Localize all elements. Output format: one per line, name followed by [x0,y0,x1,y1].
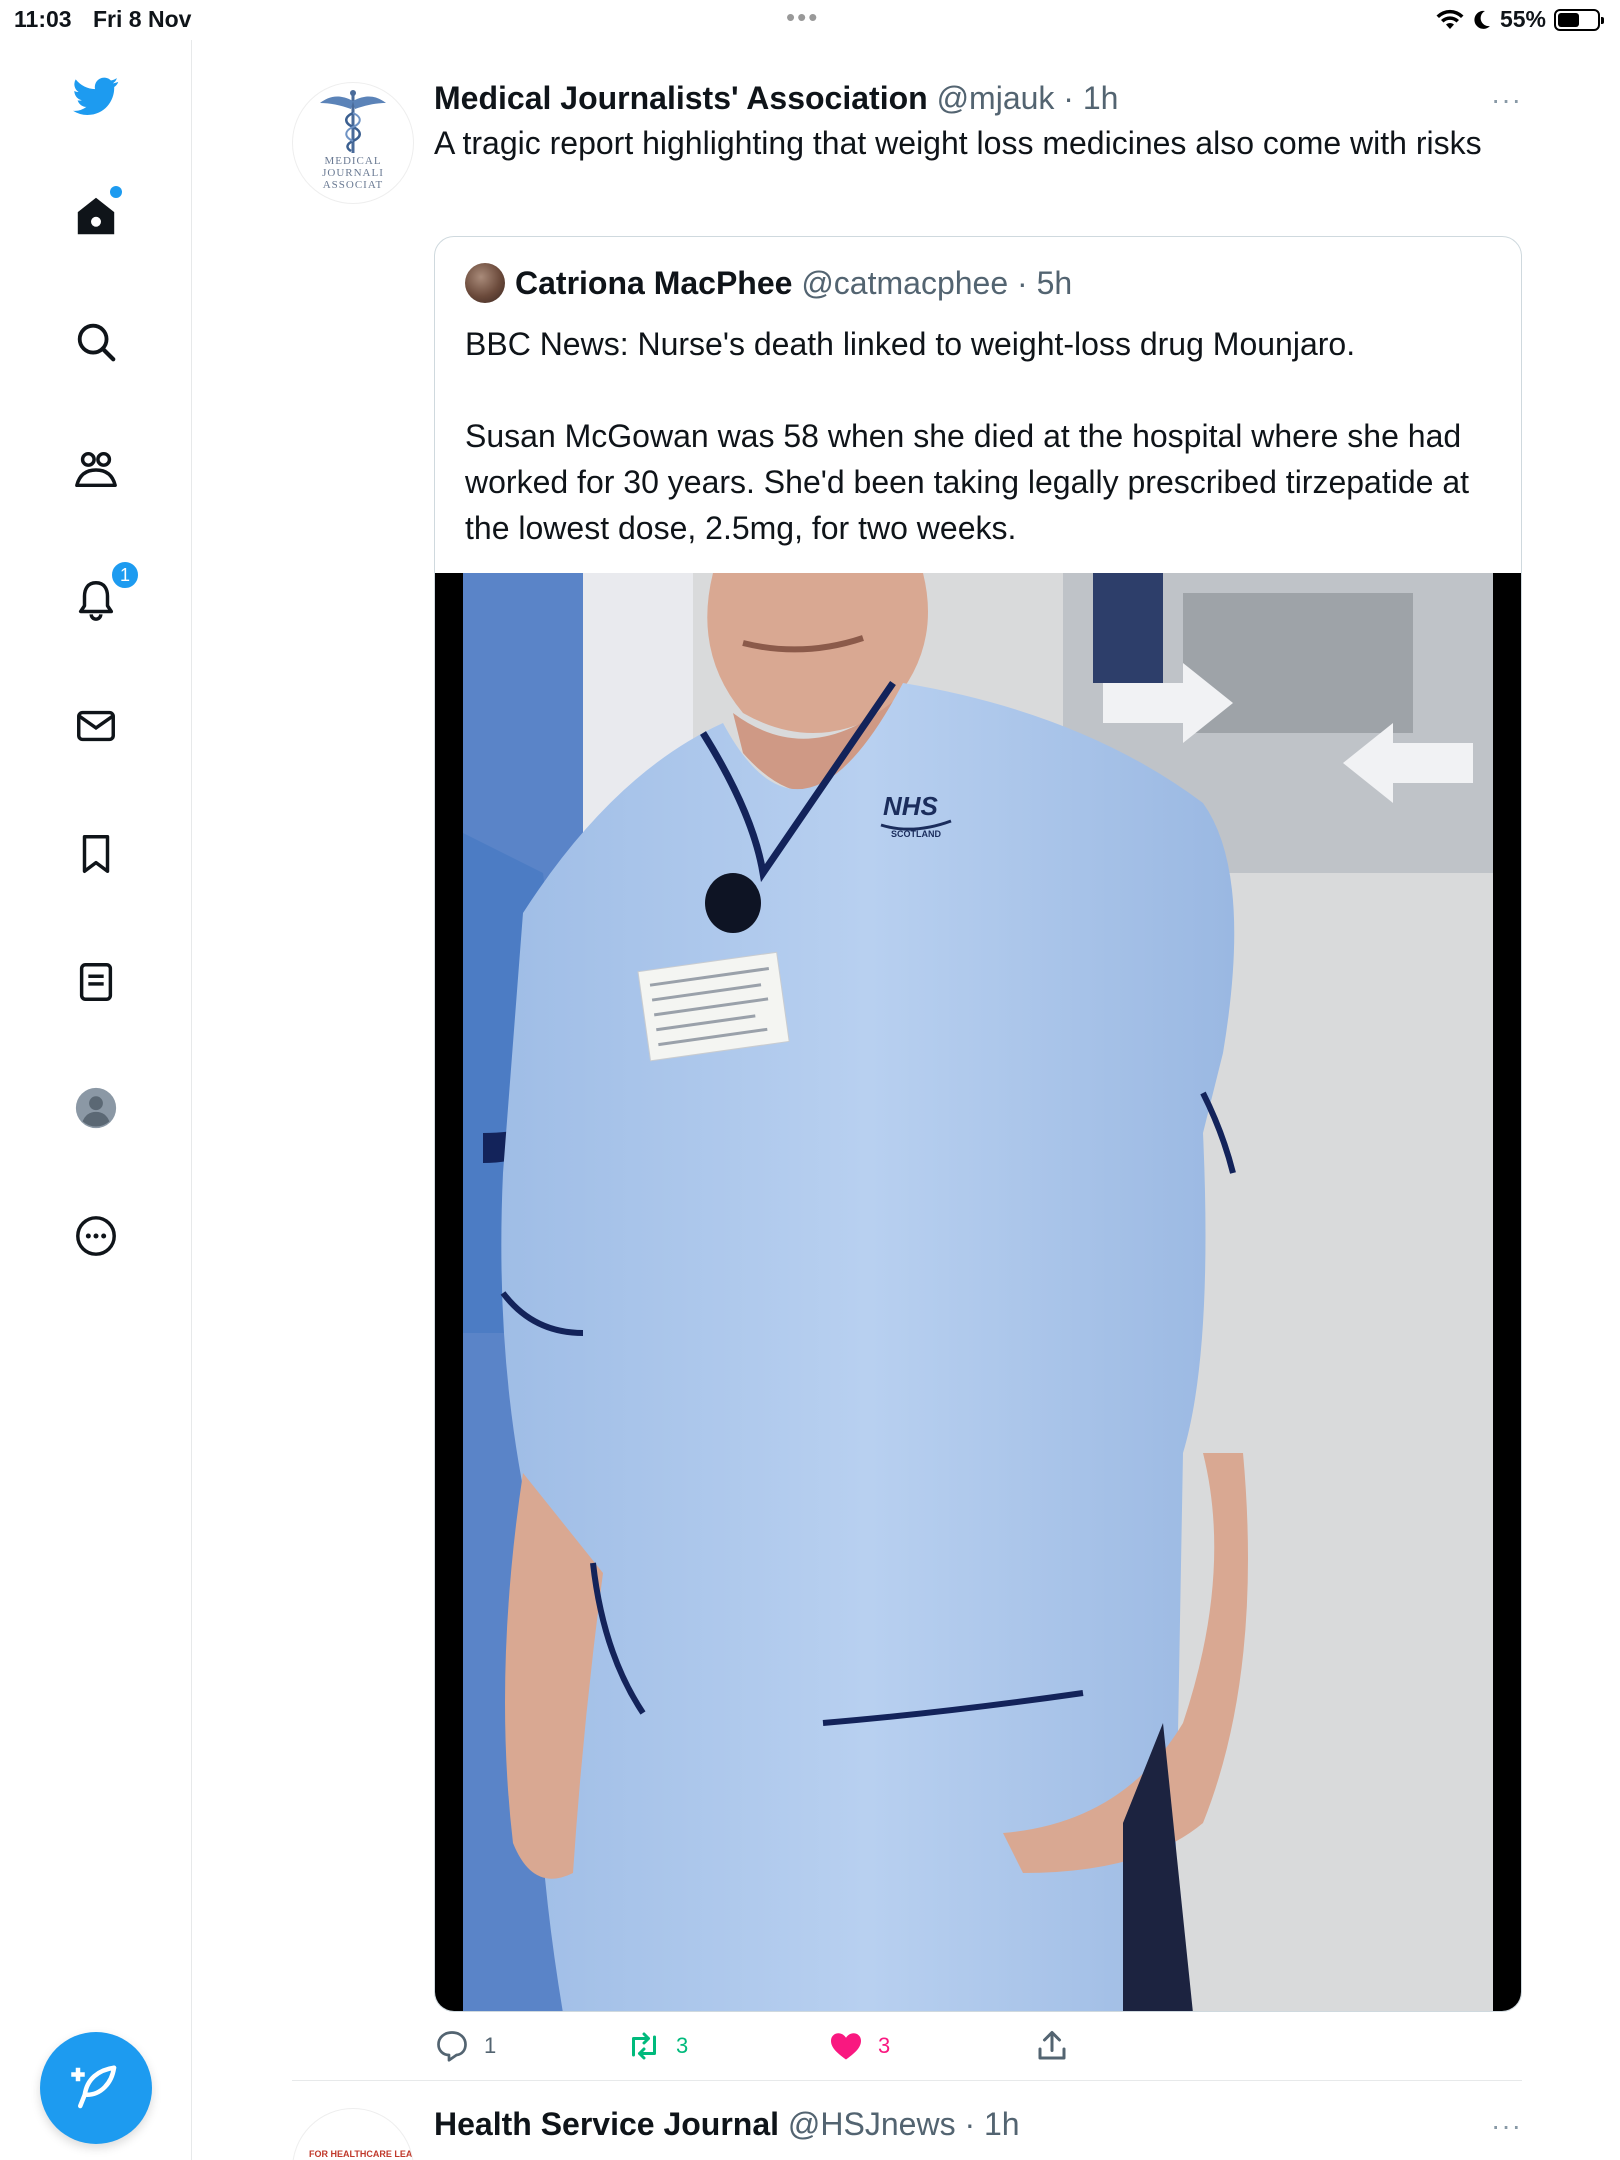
moon-icon [1474,10,1490,29]
nav-communities[interactable] [66,440,126,500]
home-unread-dot [110,186,122,198]
nav-notifications[interactable]: 1 [66,560,140,630]
avatar-logo-text: MEDICAL JOURNALI ASSOCIAT [322,155,384,191]
battery-percent: 55% [1499,6,1546,32]
status-time: 11:03 [14,6,72,32]
envelope-icon [77,710,115,742]
tweet-body: Health Service Journal @HSJnews · 1h ··· [434,2104,1522,2144]
share-icon [1038,2031,1066,2060]
author-avatar[interactable]: MEDICAL JOURNALI ASSOCIAT [292,82,414,204]
like-count: 3 [878,2033,891,2058]
retweet-icon [632,2032,656,2060]
nav-home[interactable] [66,186,126,246]
home-icon [77,197,115,235]
retweet-button[interactable]: 3 [626,2028,688,2064]
quote-media[interactable]: NHS SCOTLAND [435,573,1521,2011]
tweet-header: Medical Journalists' Association @mjauk … [434,78,1522,118]
heart-icon [831,2033,861,2060]
hsj-avatar-text: FOR HEALTHCARE LEADERS [309,2149,413,2159]
author-handle-time[interactable]: @mjauk · 1h [937,80,1119,116]
twitter-logo-icon[interactable] [66,66,126,126]
status-date: Fri 8 Nov [93,6,192,32]
nav-lists[interactable] [66,952,126,1012]
tweet-hsjnews[interactable]: FOR HEALTHCARE LEADERS Health Service Jo… [292,2100,1522,2160]
profile-avatar-icon [75,1087,117,1129]
like-button[interactable]: 3 [828,2028,890,2064]
compose-button[interactable] [40,2032,152,2144]
communities-icon [75,451,117,488]
quote-paragraph: Susan McGowan was 58 when she died at th… [465,418,1470,546]
tweet-text: A tragic report highlighting that weight… [434,125,1482,161]
quote-paragraph: BBC News: Nurse's death linked to weight… [465,326,1356,362]
tweet-more-button[interactable]: ··· [1491,84,1522,116]
author-name[interactable]: Medical Journalists' Association [434,80,928,116]
search-icon [77,323,116,362]
tweet-mjauk[interactable]: MEDICAL JOURNALI ASSOCIAT Medical Journa… [292,60,1522,2070]
notifications-badge: 1 [110,560,140,590]
battery-level [1558,12,1579,27]
more-circle-icon [76,1216,116,1256]
battery-icon [1554,8,1604,31]
svg-text:SCOTLAND: SCOTLAND [891,829,941,839]
nav-messages[interactable] [66,696,126,756]
share-button[interactable] [1034,2028,1070,2064]
quoted-tweet[interactable]: Catriona MacPhee @catmacphee · 5h BBC Ne… [434,236,1522,2012]
side-navigation: 1 [0,40,192,2160]
quote-handle-time: @catmacphee · 5h [801,265,1073,301]
timeline: MEDICAL JOURNALI ASSOCIAT Medical Journa… [192,40,1620,2160]
reply-count: 1 [484,2033,497,2058]
tweet-divider [292,2080,1522,2081]
status-bar: 11:03 Fri 8 Nov ••• 55% [0,0,1620,40]
quote-text: BBC News: Nurse's death linked to weight… [465,321,1495,551]
compose-feather-icon [71,2065,117,2109]
multitasking-dots[interactable]: ••• [786,2,819,33]
author-handle-time[interactable]: @HSJnews · 1h [788,2106,1020,2142]
nav-bookmarks[interactable] [66,824,126,884]
nurse-photo: NHS SCOTLAND [463,573,1493,2011]
hsj-avatar[interactable]: FOR HEALTHCARE LEADERS [292,2108,414,2160]
nav-search[interactable] [66,312,126,372]
status-indicators: 55% [1436,6,1604,33]
bookmark-icon [82,835,110,873]
retweet-count: 3 [676,2033,689,2058]
tweet-more-button[interactable]: ··· [1491,2110,1522,2142]
svg-text:NHS: NHS [883,791,939,821]
nav-more[interactable] [66,1206,126,1266]
nav-profile[interactable] [66,1078,126,1138]
quote-header: Catriona MacPhee @catmacphee · 5h [465,263,1072,303]
wifi-icon [1436,9,1464,29]
tweet-header: Health Service Journal @HSJnews · 1h [434,2104,1522,2144]
quote-author-name: Catriona MacPhee [515,265,793,301]
tweet-body: Medical Journalists' Association @mjauk … [434,78,1522,166]
quote-author-avatar[interactable] [465,263,505,303]
list-icon [79,963,113,1001]
tweet-actions: 1 3 3 [434,2028,1134,2078]
reply-button[interactable]: 1 [434,2028,496,2064]
author-name[interactable]: Health Service Journal [434,2106,779,2142]
reply-icon [437,2031,467,2062]
caduceus-logo-icon [320,90,386,153]
